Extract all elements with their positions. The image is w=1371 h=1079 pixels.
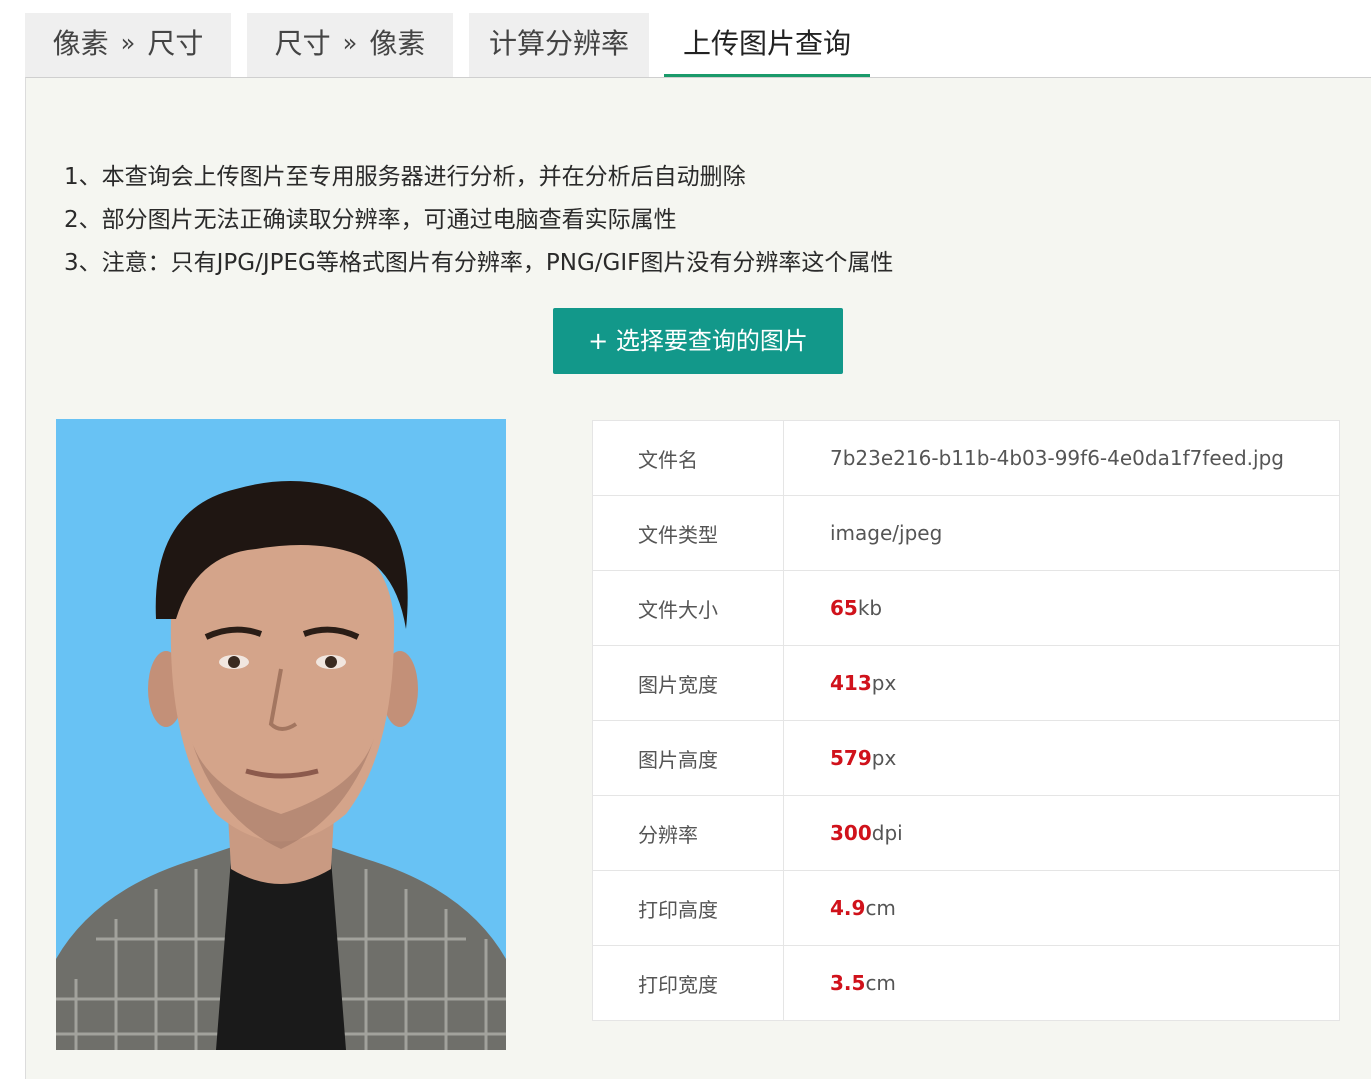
note-item: 2、部分图片无法正确读取分辨率，可通过电脑查看实际属性: [64, 207, 677, 233]
tab-label: 上传图片查询: [682, 27, 851, 60]
file-name-value: 7b23e216-b11b-4b03-99f6-4e0da1f7feed.jpg: [783, 420, 1340, 496]
image-height-unit: px: [871, 746, 897, 770]
resolution-label: 分辨率: [592, 795, 784, 871]
tab-label-from: 像素: [52, 27, 109, 60]
upload-query-panel: 1、本查询会上传图片至专用服务器进行分析，并在分析后自动删除 2、部分图片无法正…: [25, 77, 1371, 1079]
resolution-unit: dpi: [871, 821, 903, 845]
image-width-cell: 413px: [783, 645, 1340, 721]
resolution-number: 300: [830, 821, 872, 845]
print-width-cell: 3.5cm: [783, 945, 1340, 1021]
print-width-label: 打印宽度: [592, 945, 784, 1021]
print-width-number: 3.5: [830, 971, 866, 995]
file-type-label: 文件类型: [592, 495, 784, 571]
table-row: 打印高度 4.9cm: [592, 870, 1340, 946]
print-height-number: 4.9: [830, 896, 866, 920]
image-width-label: 图片宽度: [592, 645, 784, 721]
tab-label-to: 像素: [369, 27, 426, 60]
image-width-unit: px: [871, 671, 897, 695]
table-row: 图片高度 579px: [592, 720, 1340, 796]
tab-calc-resolution[interactable]: 计算分辨率: [469, 13, 649, 77]
image-width-number: 413: [830, 671, 872, 695]
tab-pixel-to-size[interactable]: 像素 » 尺寸: [25, 13, 231, 77]
table-row: 分辨率 300dpi: [592, 795, 1340, 871]
resolution-cell: 300dpi: [783, 795, 1340, 871]
file-size-number: 65: [830, 596, 858, 620]
image-height-label: 图片高度: [592, 720, 784, 796]
file-size-unit: kb: [857, 596, 883, 620]
notes-list: 1、本查询会上传图片至专用服务器进行分析，并在分析后自动删除 2、部分图片无法正…: [64, 160, 893, 289]
tab-label-to: 尺寸: [147, 27, 204, 60]
file-size-label: 文件大小: [592, 570, 784, 646]
file-type-value: image/jpeg: [783, 495, 1340, 571]
file-size-cell: 65kb: [783, 570, 1340, 646]
table-row: 文件类型 image/jpeg: [592, 495, 1340, 571]
print-width-unit: cm: [865, 971, 896, 995]
choose-image-button[interactable]: + 选择要查询的图片: [553, 308, 843, 374]
print-height-unit: cm: [865, 896, 896, 920]
double-chevron-icon: »: [342, 29, 358, 57]
table-row: 文件名 7b23e216-b11b-4b03-99f6-4e0da1f7feed…: [592, 420, 1340, 496]
image-height-cell: 579px: [783, 720, 1340, 796]
table-row: 文件大小 65kb: [592, 570, 1340, 646]
note-item: 1、本查询会上传图片至专用服务器进行分析，并在分析后自动删除: [64, 164, 746, 190]
portrait-photo-image: [56, 419, 506, 1050]
tab-label: 计算分辨率: [488, 27, 629, 60]
table-row: 打印宽度 3.5cm: [592, 945, 1340, 1021]
print-height-cell: 4.9cm: [783, 870, 1340, 946]
double-chevron-icon: »: [120, 29, 136, 57]
tab-size-to-pixel[interactable]: 尺寸 » 像素: [247, 13, 453, 77]
tab-upload-query[interactable]: 上传图片查询: [664, 13, 870, 77]
image-height-number: 579: [830, 746, 872, 770]
note-item: 3、注意：只有JPG/JPEG等格式图片有分辨率，PNG/GIF图片没有分辨率这…: [64, 250, 894, 276]
tab-bar: 像素 » 尺寸 尺寸 » 像素 计算分辨率 上传图片查询: [25, 13, 1371, 77]
table-row: 图片宽度 413px: [592, 645, 1340, 721]
tab-label-from: 尺寸: [274, 27, 331, 60]
print-height-label: 打印高度: [592, 870, 784, 946]
uploaded-photo-preview: [56, 419, 506, 1050]
file-name-label: 文件名: [592, 420, 784, 496]
image-info-table: 文件名 7b23e216-b11b-4b03-99f6-4e0da1f7feed…: [592, 420, 1340, 1021]
